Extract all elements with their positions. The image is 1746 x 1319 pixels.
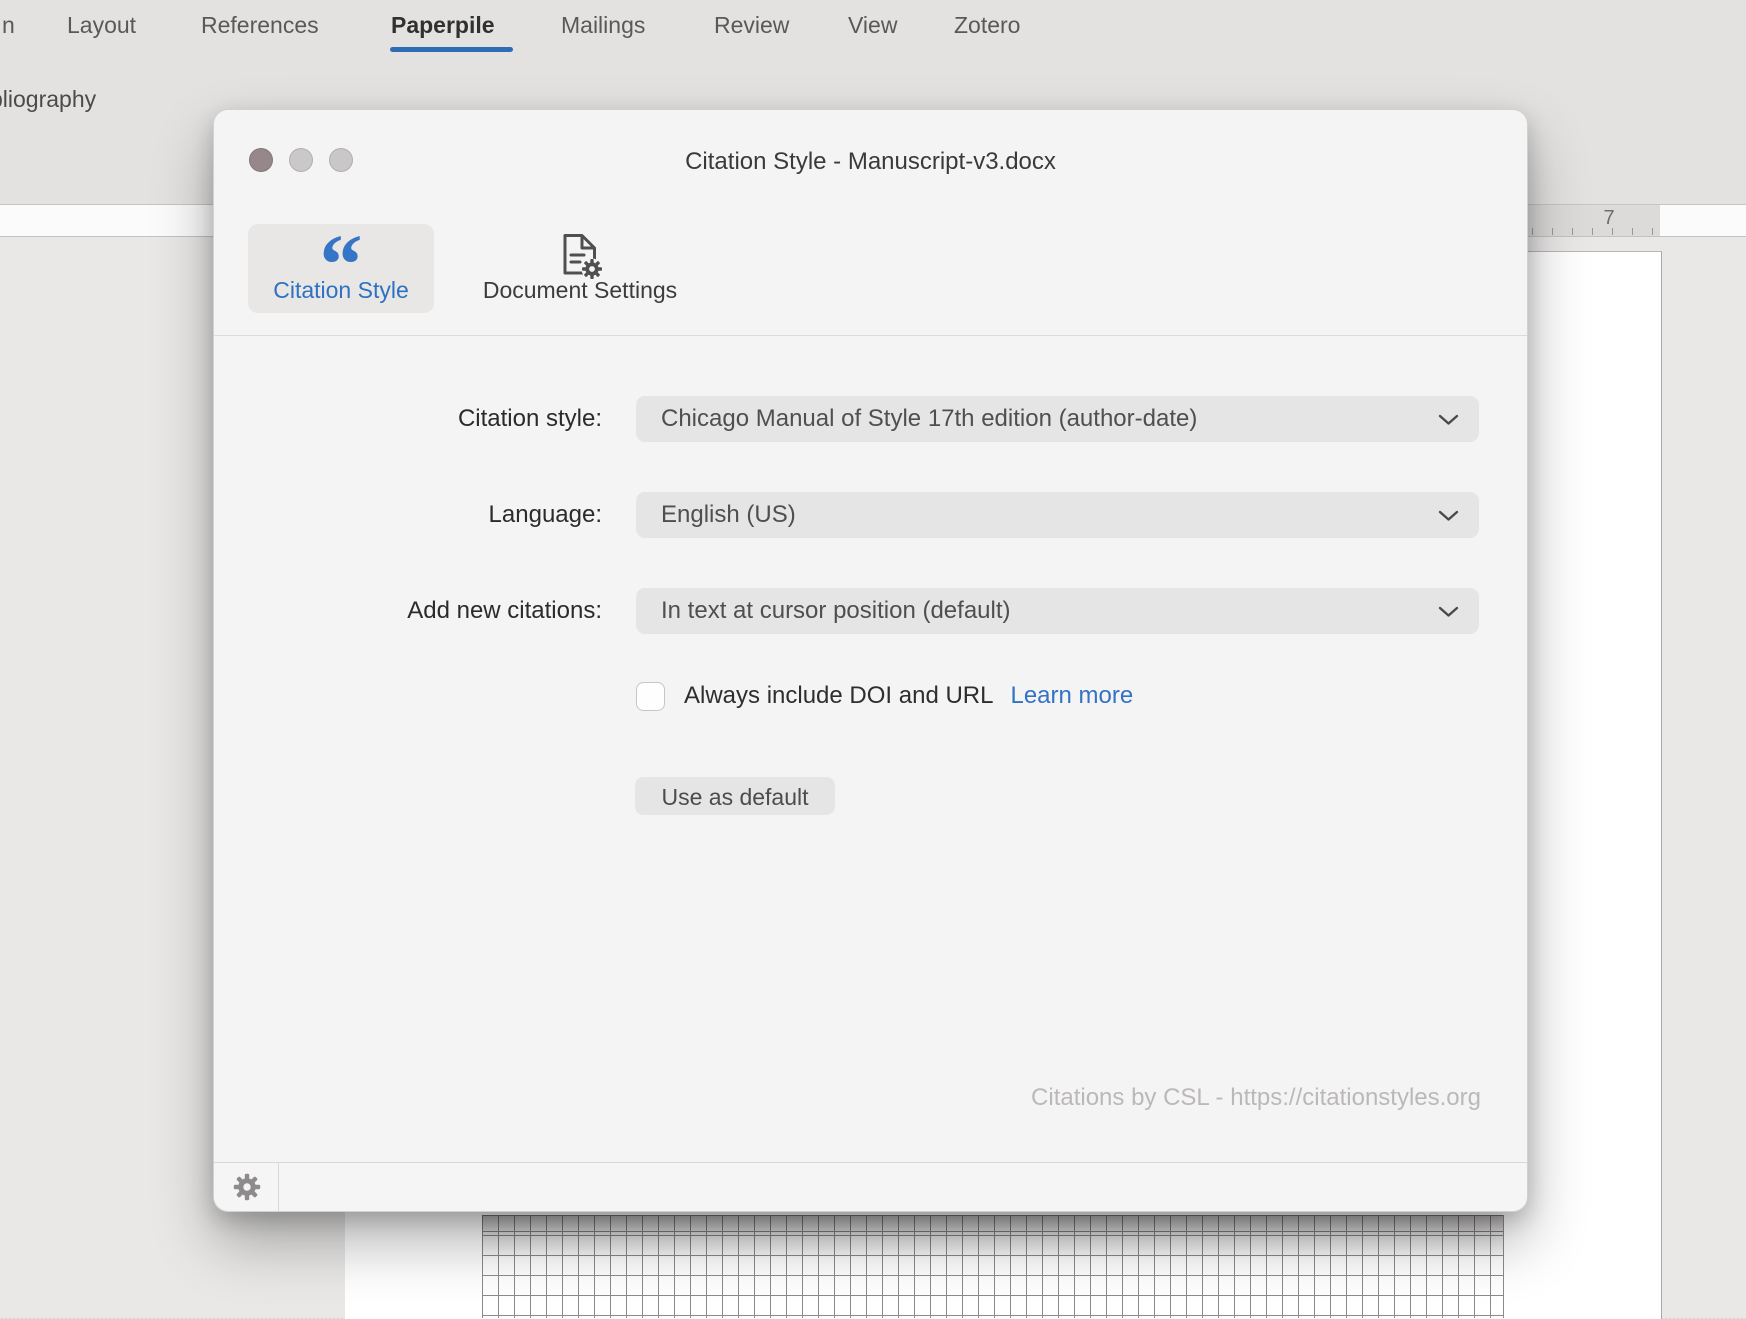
ruler-inch-mark: 7 (1594, 207, 1624, 230)
tab-document-settings-label: Document Settings (460, 277, 700, 304)
citation-style-label: Citation style: (234, 396, 602, 442)
active-tab-underline (390, 47, 513, 52)
ribbon-button-bibliography-partial[interactable]: bliography (0, 86, 96, 113)
add-citations-label: Add new citations: (234, 588, 602, 634)
menu-item-review[interactable]: Review (714, 11, 789, 39)
menu-item-references[interactable]: References (201, 11, 319, 39)
menu-item-design-partial[interactable]: n (2, 11, 15, 39)
doi-url-row: Always include DOI and URL Learn more (636, 681, 1133, 711)
dialog-title: Citation Style - Manuscript-v3.docx (214, 148, 1527, 176)
document-table-grid (482, 1215, 1504, 1318)
doi-url-checkbox-label: Always include DOI and URL (684, 682, 993, 710)
menu-item-view[interactable]: View (848, 11, 897, 39)
menu-item-mailings[interactable]: Mailings (561, 11, 645, 39)
chevron-down-icon (1438, 509, 1459, 527)
tab-citation-style[interactable]: “ Citation Style (248, 224, 434, 313)
use-as-default-button[interactable]: Use as default (635, 777, 835, 815)
chevron-down-icon (1438, 413, 1459, 431)
menu-item-zotero[interactable]: Zotero (954, 11, 1020, 39)
csl-credit-text: Citations by CSL - https://citationstyle… (1031, 1084, 1481, 1112)
citation-style-select[interactable]: Chicago Manual of Style 17th edition (au… (636, 396, 1479, 442)
learn-more-link[interactable]: Learn more (1010, 682, 1133, 710)
chevron-down-icon (1438, 605, 1459, 623)
language-label: Language: (234, 492, 602, 538)
citation-style-value: Chicago Manual of Style 17th edition (au… (661, 396, 1197, 442)
language-select[interactable]: English (US) (636, 492, 1479, 538)
tab-document-settings[interactable]: Document Settings (460, 224, 700, 313)
language-value: English (US) (661, 492, 796, 538)
add-citations-value: In text at cursor position (default) (661, 588, 1011, 634)
citation-style-dialog: Citation Style - Manuscript-v3.docx “ Ci… (213, 109, 1528, 1212)
quote-icon: “ (248, 232, 434, 278)
settings-gear-button[interactable] (214, 1163, 279, 1211)
tab-citation-style-label: Citation Style (248, 277, 434, 304)
menu-item-paperpile[interactable]: Paperpile (391, 11, 495, 39)
dialog-status-bar (214, 1162, 1527, 1211)
menu-item-layout[interactable]: Layout (67, 11, 136, 39)
add-citations-select[interactable]: In text at cursor position (default) (636, 588, 1479, 634)
ruler-ticks (1532, 228, 1658, 235)
doi-url-checkbox[interactable] (636, 682, 665, 711)
header-divider (214, 335, 1527, 336)
